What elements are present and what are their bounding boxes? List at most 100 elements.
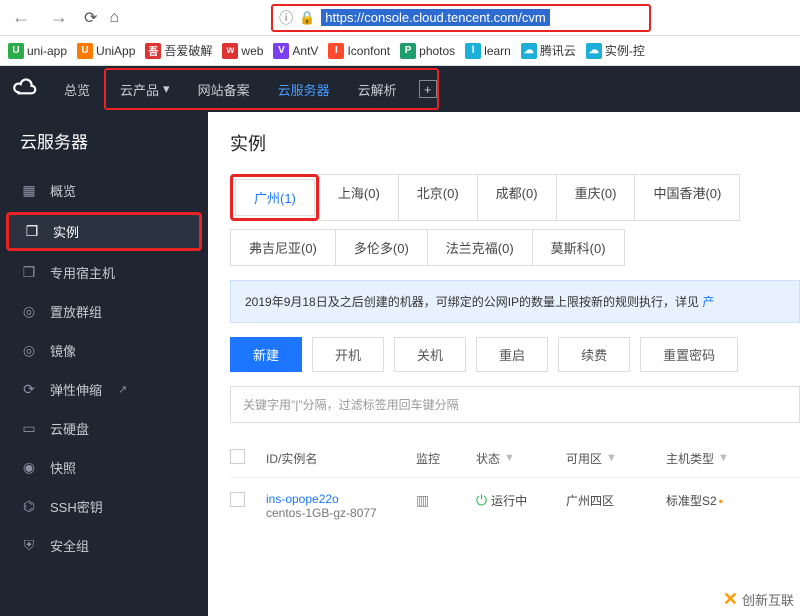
sidebar-item[interactable]: ⌬ SSH密钥	[0, 487, 208, 526]
main-content: 实例 广州(1)上海(0)北京(0)成都(0)重庆(0)中国香港(0) 弗吉尼亚…	[208, 112, 800, 616]
sidebar-label: 概览	[50, 181, 76, 200]
sidebar-label: 实例	[53, 222, 79, 241]
col-zone[interactable]: 可用区 ▼	[566, 450, 666, 467]
instance-name: centos-1GB-gz-8077	[266, 506, 416, 520]
bookmark-favicon: V	[273, 43, 289, 59]
region-tab[interactable]: 法兰克福(0)	[427, 229, 533, 266]
bookmark-favicon: P	[400, 43, 416, 59]
bookmark-label: 吾爱破解	[164, 42, 212, 59]
sidebar-item[interactable]: ⛨ 安全组	[0, 526, 208, 565]
tencent-cloud-logo[interactable]	[0, 76, 50, 102]
add-nav-icon[interactable]: +	[419, 80, 437, 98]
notice-link[interactable]: 产	[702, 295, 714, 309]
region-tab[interactable]: 北京(0)	[398, 174, 478, 221]
reload-icon[interactable]: ⟳	[84, 8, 97, 28]
sidebar-label: 云硬盘	[50, 419, 89, 438]
sidebar-title: 云服务器	[0, 128, 208, 171]
nav-beian[interactable]: 网站备案	[184, 66, 264, 112]
sidebar-label: SSH密钥	[50, 497, 103, 516]
resetpw-button[interactable]: 重置密码	[640, 337, 738, 372]
address-bar[interactable]: ⓘ 🔒 https://console.cloud.tencent.com/cv…	[271, 4, 651, 32]
bookmark-item[interactable]: llearn	[465, 43, 511, 59]
cell-monitor[interactable]: ▥	[416, 492, 476, 509]
sidebar-label: 快照	[50, 458, 76, 477]
sidebar-item[interactable]: ◎置放群组	[0, 292, 208, 331]
sidebar-label: 镜像	[50, 341, 76, 360]
region-tab[interactable]: 弗吉尼亚(0)	[230, 229, 336, 266]
region-tab[interactable]: 多伦多(0)	[335, 229, 428, 266]
nav-dns[interactable]: 云解析	[344, 66, 411, 112]
region-tab[interactable]: 重庆(0)	[556, 174, 636, 221]
forward-icon[interactable]: →	[46, 7, 72, 28]
instance-id[interactable]: ins-opope22o	[266, 492, 416, 506]
url-text: https://console.cloud.tencent.com/cvm	[321, 9, 549, 26]
bookmark-label: uni-app	[27, 44, 67, 58]
bookmark-item[interactable]: 吾吾爱破解	[145, 42, 212, 59]
col-status[interactable]: 状态 ▼	[476, 450, 566, 467]
cell-name: ins-opope22ocentos-1GB-gz-8077	[266, 492, 416, 520]
col-type[interactable]: 主机类型 ▼	[666, 450, 776, 467]
filter-icon[interactable]: ▼	[504, 452, 515, 464]
nav-cvm[interactable]: 云服务器	[264, 66, 344, 112]
region-tabs-row1: 广州(1)上海(0)北京(0)成都(0)重庆(0)中国香港(0)	[230, 174, 800, 221]
region-tab[interactable]: 上海(0)	[319, 174, 399, 221]
bookmark-favicon: ☁	[521, 43, 537, 59]
region-tab[interactable]: 广州(1)	[235, 179, 315, 216]
create-button[interactable]: 新建	[230, 337, 302, 372]
bookmark-label: Iconfont	[347, 44, 390, 58]
sidebar-item[interactable]: ◉快照	[0, 448, 208, 487]
nav-products[interactable]: 云产品 ▾	[106, 66, 184, 112]
external-link-icon: ↗	[118, 383, 127, 396]
filter-icon[interactable]: ▼	[718, 452, 729, 464]
start-button[interactable]: 开机	[312, 337, 384, 372]
col-monitor[interactable]: 监控	[416, 450, 476, 467]
filter-icon[interactable]: ▼	[606, 452, 617, 464]
cell-type: 标准型S2▪	[666, 492, 776, 509]
sidebar-icon: ⛨	[20, 537, 38, 554]
filter-input[interactable]: 关键字用"|"分隔，过滤标签用回车键分隔	[230, 386, 800, 423]
region-tab[interactable]: 中国香港(0)	[634, 174, 740, 221]
watermark-logo-icon: ✕	[723, 589, 738, 610]
region-tab[interactable]: 莫斯科(0)	[532, 229, 625, 266]
bookmark-favicon: w	[222, 43, 238, 59]
bookmark-item[interactable]: ☁腾讯云	[521, 42, 576, 59]
col-name[interactable]: ID/实例名	[266, 450, 416, 467]
bookmark-item[interactable]: UUniApp	[77, 43, 135, 59]
sidebar-item[interactable]: ◎镜像	[0, 331, 208, 370]
bookmark-item[interactable]: VAntV	[273, 43, 318, 59]
sidebar-item[interactable]: ⟳弹性伸缩↗	[0, 370, 208, 409]
sidebar: 云服务器 ▦概览❒实例❒专用宿主机◎置放群组◎镜像⟳弹性伸缩↗▭云硬盘◉快照⌬S…	[0, 112, 208, 616]
bookmark-item[interactable]: IIconfont	[328, 43, 390, 59]
sidebar-item[interactable]: ▦概览	[0, 171, 208, 210]
select-all-checkbox[interactable]	[230, 449, 245, 464]
sidebar-label: 弹性伸缩	[50, 380, 102, 399]
chevron-down-icon: ▾	[163, 81, 170, 97]
bookmark-item[interactable]: Uuni-app	[8, 43, 67, 59]
nav-overview[interactable]: 总览	[50, 66, 104, 112]
page-title: 实例	[230, 130, 800, 156]
cell-status: ⏻运行中	[476, 492, 566, 509]
home-icon[interactable]: ⌂	[109, 9, 119, 27]
renew-button[interactable]: 续费	[558, 337, 630, 372]
stop-button[interactable]: 关机	[394, 337, 466, 372]
restart-button[interactable]: 重启	[476, 337, 548, 372]
sidebar-label: 安全组	[50, 536, 89, 555]
sidebar-icon: ◎	[20, 303, 38, 320]
row-checkbox[interactable]	[230, 492, 245, 507]
sidebar-item[interactable]: ❒专用宿主机	[0, 253, 208, 292]
bookmark-item[interactable]: ☁实例-控	[586, 42, 645, 59]
region-tab[interactable]: 成都(0)	[477, 174, 557, 221]
sidebar-item[interactable]: ▭云硬盘	[0, 409, 208, 448]
bookmark-label: web	[241, 44, 263, 58]
info-icon: ⓘ	[279, 8, 293, 28]
sidebar-icon: ❒	[23, 223, 41, 240]
bookmark-item[interactable]: Pphotos	[400, 43, 455, 59]
sidebar-item[interactable]: ❒ 实例	[6, 212, 202, 251]
back-icon[interactable]: ←	[8, 7, 34, 28]
bookmark-label: 腾讯云	[540, 42, 576, 59]
bookmark-item[interactable]: wweb	[222, 43, 263, 59]
bookmark-favicon: I	[328, 43, 344, 59]
bookmark-label: 实例-控	[605, 42, 645, 59]
sidebar-icon: ⌬	[20, 498, 38, 515]
browser-toolbar: ← → ⟳ ⌂ ⓘ 🔒 https://console.cloud.tencen…	[0, 0, 800, 36]
